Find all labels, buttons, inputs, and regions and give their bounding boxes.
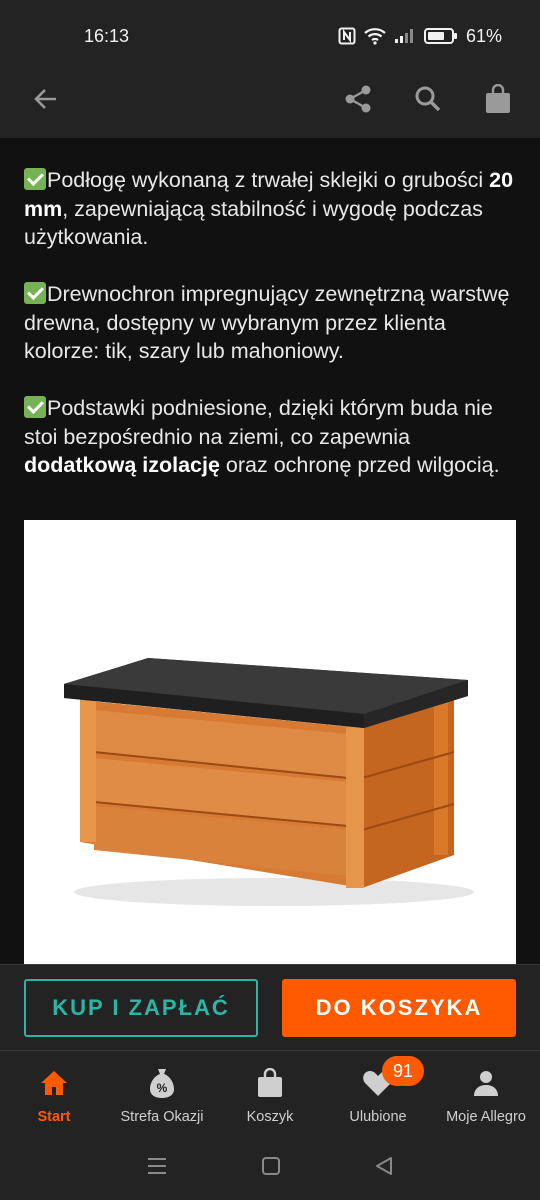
nfc-icon xyxy=(338,27,356,45)
nav-item-account[interactable]: Moje Allegro xyxy=(432,1051,540,1133)
nav-label-account: Moje Allegro xyxy=(446,1109,526,1125)
shopping-bag-icon xyxy=(486,84,510,113)
back-button[interactable] xyxy=(28,81,64,117)
search-icon xyxy=(415,86,441,112)
wooden-box-illustration xyxy=(64,658,474,906)
wifi-icon xyxy=(364,28,386,45)
home-icon xyxy=(41,1071,67,1095)
checkmark-icon xyxy=(24,396,46,418)
paragraph-text: Drewnochron impregnujący zewnętrzną wars… xyxy=(24,282,510,363)
nav-item-deals[interactable]: % Strefa Okazji xyxy=(108,1051,216,1133)
nav-label-deals: Strefa Okazji xyxy=(120,1109,204,1125)
home-button-icon[interactable] xyxy=(261,1156,281,1176)
paragraph-text: Podstawki podniesione, dzięki którym bud… xyxy=(24,396,493,449)
nav-item-favorites[interactable]: Ulubione 91 xyxy=(324,1051,432,1133)
battery-percent: 61% xyxy=(465,25,502,46)
back-arrow-icon xyxy=(34,89,56,109)
buy-now-button[interactable]: KUP I ZAPŁAĆ xyxy=(24,979,258,1037)
nav-item-cart[interactable]: Koszyk xyxy=(216,1051,324,1133)
nav-label-favorites: Ulubione xyxy=(349,1109,407,1125)
system-navigation-bar xyxy=(0,1132,540,1200)
bottom-navigation: Start % Strefa Okazji Koszyk Ulubione 91… xyxy=(0,1050,540,1133)
nav-label-start: Start xyxy=(37,1109,71,1125)
deals-icon: % xyxy=(150,1069,174,1098)
checkmark-icon xyxy=(24,282,46,304)
user-icon xyxy=(474,1071,498,1096)
cart-button[interactable] xyxy=(480,81,516,117)
recent-apps-icon[interactable] xyxy=(146,1157,168,1175)
share-button[interactable] xyxy=(340,81,376,117)
paragraph-text: oraz ochronę przed wilgocią. xyxy=(219,453,500,477)
search-button[interactable] xyxy=(410,81,446,117)
cart-bag-icon xyxy=(258,1068,282,1097)
signal-icon xyxy=(394,29,413,43)
nav-label-cart: Koszyk xyxy=(246,1109,294,1125)
svg-text:%: % xyxy=(157,1081,168,1095)
description-paragraph-1: Podłogę wykonaną z trwałej sklejki o gru… xyxy=(0,166,540,252)
checkmark-icon xyxy=(24,168,46,190)
share-icon xyxy=(345,85,371,113)
back-triangle-icon[interactable] xyxy=(374,1156,394,1176)
favorites-count-badge: 91 xyxy=(382,1056,424,1086)
status-icons: 61% xyxy=(338,26,502,47)
description-paragraph-3: Podstawki podniesione, dzięki którym bud… xyxy=(0,394,540,480)
paragraph-text: Podłogę wykonaną z trwałej sklejki o gru… xyxy=(47,168,490,192)
nav-item-start[interactable]: Start xyxy=(0,1051,108,1133)
product-description: Podłogę wykonaną z trwałej sklejki o gru… xyxy=(0,138,540,964)
battery-icon xyxy=(423,28,457,44)
paragraph-text: , zapewniającą stabilność i wygodę podcz… xyxy=(24,196,483,250)
description-paragraph-2: Drewnochron impregnujący zewnętrzną wars… xyxy=(0,280,540,366)
purchase-actions: KUP I ZAPŁAĆ DO KOSZYKA xyxy=(0,964,540,1051)
add-to-cart-button[interactable]: DO KOSZYKA xyxy=(282,979,516,1037)
product-image[interactable] xyxy=(24,520,516,964)
paragraph-bold: dodatkową izolację xyxy=(24,453,220,477)
status-time: 16:13 xyxy=(84,25,130,46)
app-bar xyxy=(0,60,540,138)
